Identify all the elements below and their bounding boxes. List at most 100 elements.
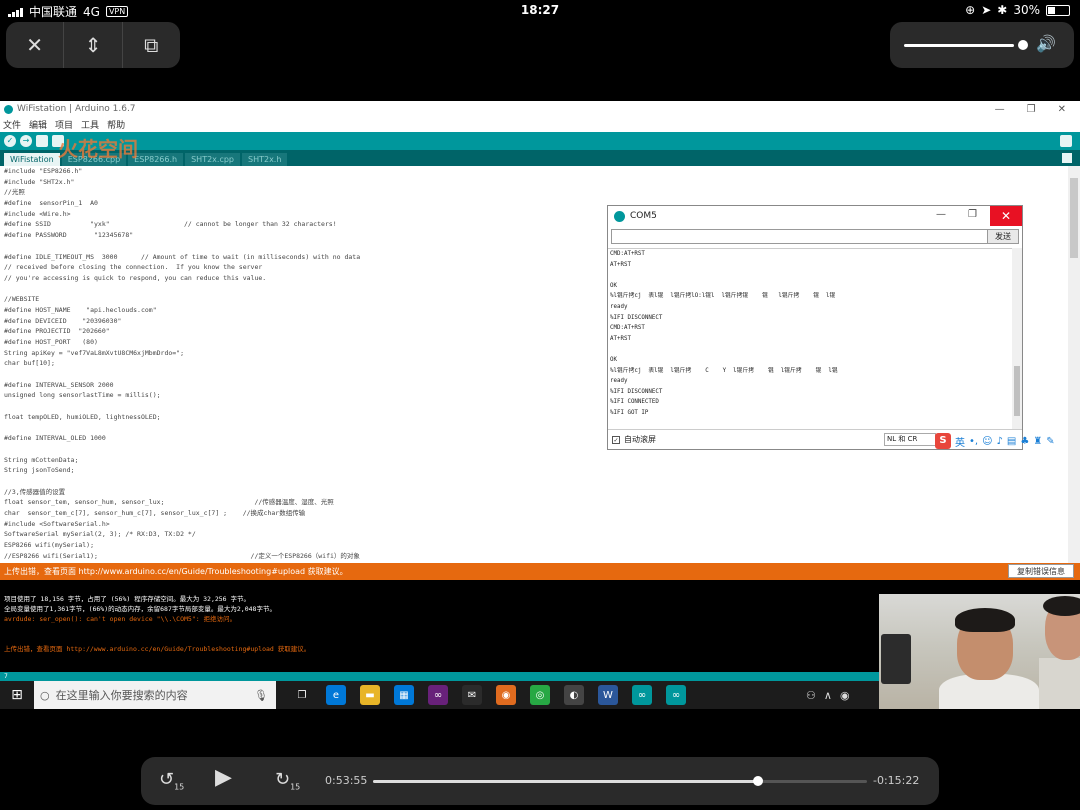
serial-monitor-window: COM5 — ❐ ✕ 发送 CMD:AT+RST AT+RST OK %l锟斤拷cj … bbox=[607, 205, 1023, 450]
code-line: #include "ESP8266.h" bbox=[4, 167, 83, 175]
serial-line: %IFI DISCONNECT bbox=[610, 314, 663, 321]
upload-icon[interactable]: → bbox=[20, 135, 32, 147]
taskbar-search[interactable]: ○ 在这里输入你要搜索的内容 🎙 bbox=[34, 681, 276, 709]
search-placeholder: 在这里输入你要搜索的内容 bbox=[55, 689, 188, 702]
serial-input[interactable] bbox=[611, 229, 989, 244]
code-line: #include <SoftwareSerial.h> bbox=[4, 519, 110, 528]
verify-icon[interactable]: ✓ bbox=[4, 135, 16, 147]
mail-icon[interactable]: ✉ bbox=[462, 685, 482, 705]
punctuation-icon[interactable]: •, bbox=[969, 436, 978, 447]
close-icon: ✕ bbox=[26, 33, 44, 57]
rewind-15-button[interactable]: ↺15 bbox=[159, 769, 184, 792]
menu-tools[interactable]: 工具 bbox=[81, 118, 99, 131]
serial-scroll-thumb[interactable] bbox=[1014, 366, 1020, 416]
edge-icon[interactable]: e bbox=[326, 685, 346, 705]
serial-line: ready bbox=[610, 378, 628, 385]
app-icon[interactable]: ◉ bbox=[496, 685, 516, 705]
send-button[interactable]: 发送 bbox=[987, 229, 1019, 244]
menu-help[interactable]: 帮助 bbox=[107, 118, 125, 131]
sogou-logo-icon[interactable]: S bbox=[935, 433, 951, 449]
video-player-controls: ↺15 ▶ ↻15 0:53:55 -0:15:22 bbox=[141, 757, 939, 805]
app2-icon[interactable]: ◐ bbox=[564, 685, 584, 705]
ide-toolbar: ✓ → bbox=[0, 132, 1080, 150]
progress-track[interactable] bbox=[373, 780, 867, 783]
tab-menu-icon[interactable] bbox=[1062, 153, 1072, 163]
emoji-icon[interactable]: ☺ bbox=[982, 436, 992, 447]
close-video-button[interactable]: ✕ bbox=[6, 22, 63, 68]
copy-error-button[interactable]: 复制错误信息 bbox=[1008, 564, 1074, 578]
code-line: ESP8266 wifi(mySerial); bbox=[4, 541, 95, 550]
battery-percent: 30% bbox=[1013, 3, 1040, 17]
people-icon[interactable]: ⚇ bbox=[806, 689, 816, 702]
ide-titlebar: WiFistation | Arduino 1.6.7 — ❐ ✕ bbox=[0, 101, 1080, 117]
menu-sketch[interactable]: 项目 bbox=[55, 118, 73, 131]
pip-button[interactable]: ⧉ bbox=[121, 22, 180, 68]
bluetooth-icon: ✱ bbox=[997, 3, 1008, 17]
windows-start-icon[interactable]: ⊞ bbox=[0, 687, 34, 703]
code-line: //光照 bbox=[4, 188, 25, 197]
ime-language[interactable]: 英 bbox=[955, 434, 965, 449]
arduino-icon[interactable]: ∞ bbox=[632, 685, 652, 705]
code-line: char sensor_tem_c[7], sensor_hum_c[7], s… bbox=[4, 509, 306, 517]
word-icon[interactable]: W bbox=[598, 685, 618, 705]
maximize-icon[interactable]: ❐ bbox=[968, 209, 977, 220]
serial-output: CMD:AT+RST AT+RST OK %l锟斤拷cj 表l锟 l锟斤拷lO:l锟l… bbox=[608, 248, 1022, 429]
arduino2-icon[interactable]: ∞ bbox=[666, 685, 686, 705]
serial-line: %l锟斤拷cj 表l锟 l锟斤拷 C Y l锟斤拷 锟 l锟斤拷 锟 l锟 bbox=[610, 367, 838, 374]
ios-status-bar: 中国联通 4G VPN 18:27 ⊕ ➤ ✱ 30% bbox=[0, 0, 1080, 20]
keyboard-icon[interactable]: ▤ bbox=[1007, 436, 1016, 447]
volume-slider[interactable] bbox=[904, 44, 1014, 47]
tray-chevron-icon[interactable]: ∧ bbox=[824, 689, 832, 702]
webcam-overlay bbox=[879, 594, 1080, 709]
tab-wifistation[interactable]: WiFistation bbox=[4, 153, 60, 166]
voice-icon[interactable]: ♪ bbox=[997, 436, 1003, 447]
battery-icon bbox=[1046, 4, 1070, 16]
serial-line: AT+RST bbox=[610, 261, 631, 268]
error-message: 上传出错，查看页面 http://www.arduino.cc/en/Guide… bbox=[4, 567, 348, 576]
tray-app-icon[interactable]: ◉ bbox=[840, 689, 850, 702]
shirt-icon[interactable]: ♜ bbox=[1033, 436, 1042, 447]
arduino-logo-icon bbox=[614, 210, 625, 222]
task-view-icon[interactable]: ❐ bbox=[292, 685, 312, 705]
close-icon[interactable]: ✕ bbox=[990, 206, 1022, 226]
file-explorer-icon[interactable]: ▬ bbox=[360, 685, 380, 705]
serial-monitor-title: COM5 bbox=[630, 211, 657, 221]
chair bbox=[881, 634, 911, 684]
forward-label: 15 bbox=[290, 782, 301, 792]
skin-icon[interactable]: ♣ bbox=[1020, 436, 1029, 447]
progress-knob[interactable] bbox=[753, 776, 764, 786]
new-icon[interactable] bbox=[36, 135, 48, 147]
tab-sht2x-h[interactable]: SHT2x.h bbox=[242, 153, 288, 166]
code-line: //ESP8266 wifi(Serial1); //定义一个ESP8266（w… bbox=[4, 551, 360, 560]
minimize-icon[interactable]: — bbox=[936, 209, 946, 220]
store-icon[interactable]: ▦ bbox=[394, 685, 414, 705]
editor-scroll-thumb[interactable] bbox=[1070, 178, 1078, 258]
tab-sht2x-cpp[interactable]: SHT2x.cpp bbox=[185, 153, 240, 166]
serial-line: %l锟斤拷cj 表l锟 l锟斤拷lO:l锟l l锟斤拷锟 锟 l锟斤拷 锟 l锟 bbox=[610, 293, 836, 300]
autoscroll-checkbox[interactable]: ✓ bbox=[612, 435, 620, 444]
close-button[interactable]: ✕ bbox=[1058, 104, 1066, 115]
tools-icon[interactable]: ✎ bbox=[1046, 436, 1054, 447]
serial-scrollbar[interactable] bbox=[1012, 248, 1022, 429]
fullscreen-button[interactable]: ⇕ bbox=[63, 22, 121, 68]
line-ending-select[interactable]: NL 和 CR bbox=[884, 433, 936, 446]
microphone-icon[interactable]: 🎙 bbox=[254, 689, 268, 702]
play-button[interactable]: ▶ bbox=[215, 765, 232, 790]
code-line: SoftwareSerial mySerial(2, 3); /* RX:D3,… bbox=[4, 530, 196, 539]
volume-knob[interactable] bbox=[1018, 40, 1028, 50]
serial-line: OK bbox=[610, 356, 617, 363]
visual-studio-icon[interactable]: ∞ bbox=[428, 685, 448, 705]
person2-hair bbox=[1043, 596, 1080, 616]
forward-15-button[interactable]: ↻15 bbox=[275, 769, 300, 792]
serial-monitor-icon[interactable] bbox=[1060, 135, 1072, 147]
editor-scrollbar[interactable] bbox=[1068, 166, 1080, 563]
minimize-button[interactable]: — bbox=[995, 104, 1005, 115]
chrome-icon[interactable]: ◎ bbox=[530, 685, 550, 705]
menu-file[interactable]: 文件 bbox=[3, 118, 21, 131]
menu-edit[interactable]: 编辑 bbox=[29, 118, 47, 131]
ime-toolbar: S 英 •, ☺ ♪ ▤ ♣ ♜ ✎ bbox=[935, 433, 1055, 449]
arduino-logo-icon bbox=[4, 104, 13, 114]
code-line: #include "SHT2x.h" bbox=[4, 177, 75, 186]
serial-line: %IFI GOT IP bbox=[610, 409, 649, 416]
maximize-button[interactable]: ❐ bbox=[1027, 104, 1036, 115]
